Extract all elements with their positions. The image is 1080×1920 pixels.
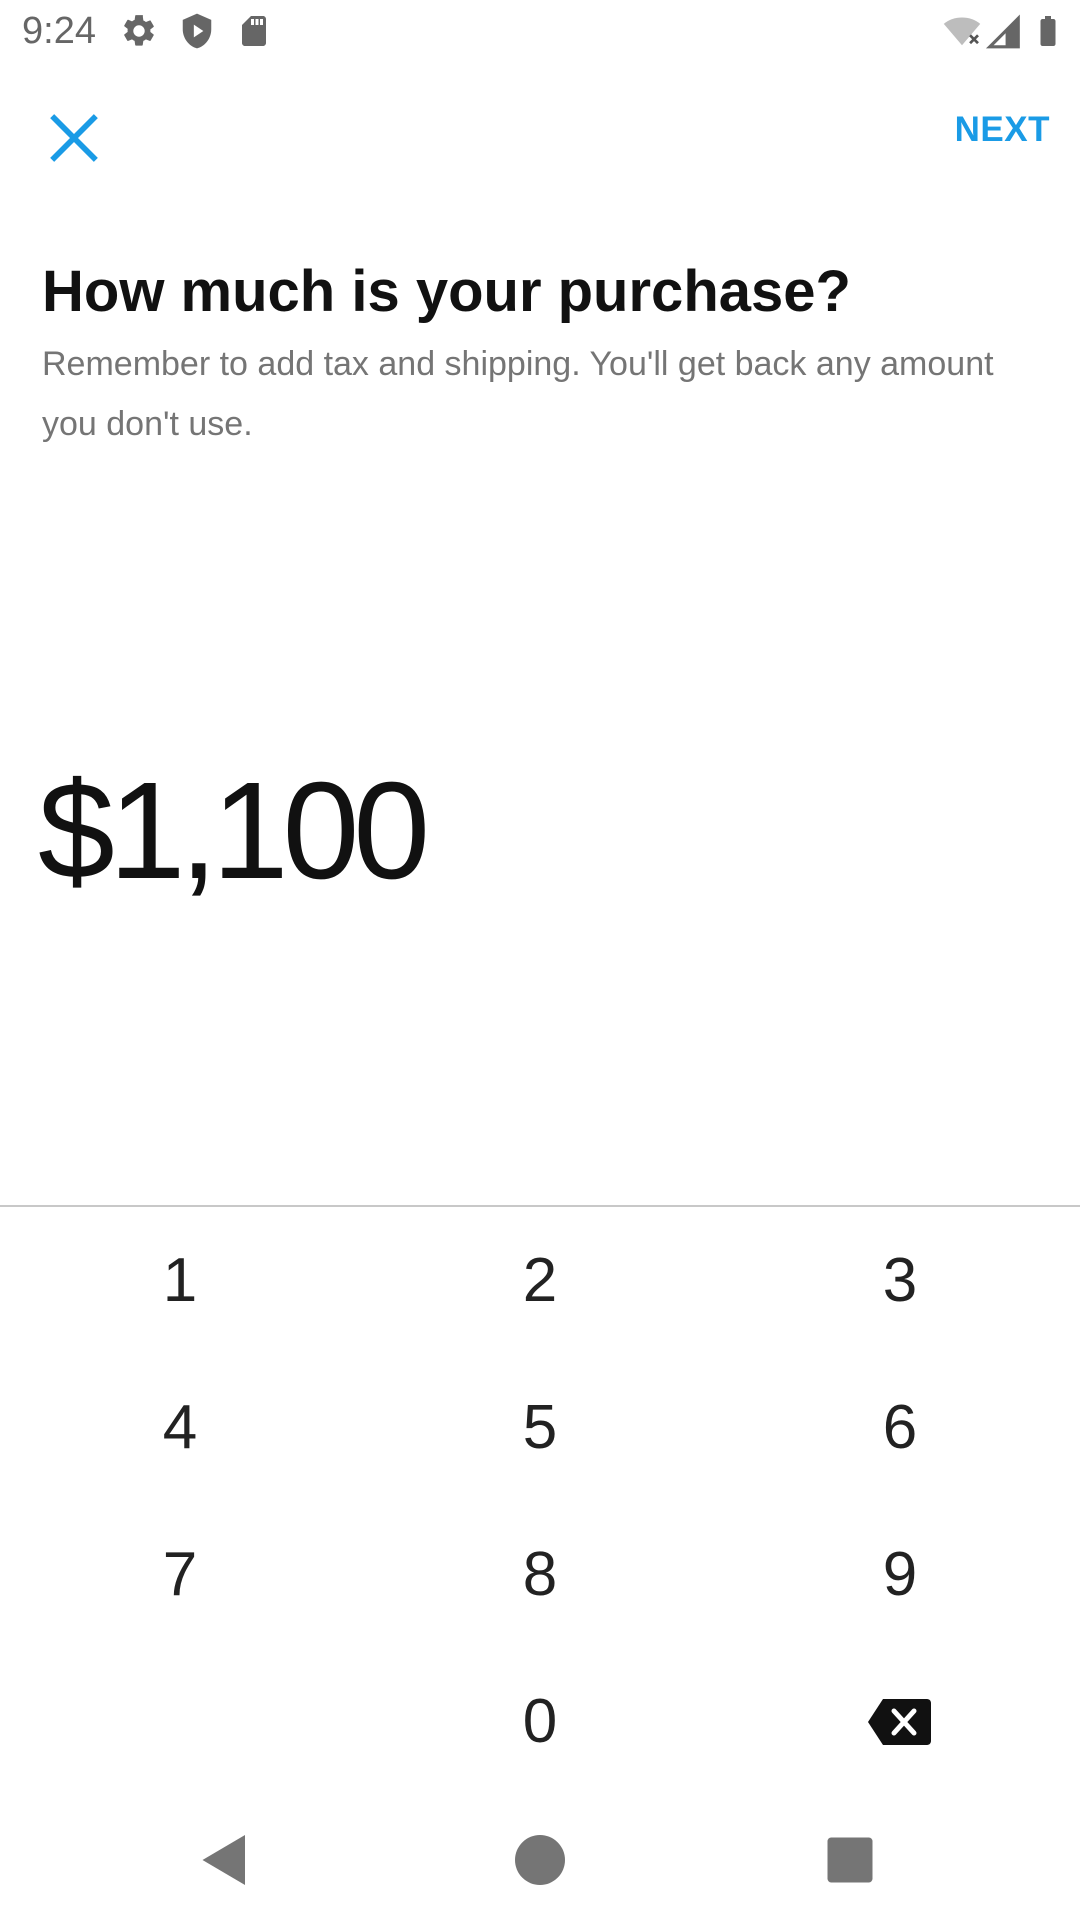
key-6[interactable]: 6 xyxy=(720,1354,1080,1501)
page-subtitle: Remember to add tax and shipping. You'll… xyxy=(42,345,994,443)
close-icon[interactable] xyxy=(40,104,108,172)
key-7[interactable]: 7 xyxy=(0,1501,360,1648)
backspace-icon xyxy=(868,1698,931,1745)
signal-icon xyxy=(985,14,1020,49)
status-bar: 9:24 xyxy=(0,0,1080,63)
key-9[interactable]: 9 xyxy=(720,1501,1080,1648)
key-3[interactable]: 3 xyxy=(720,1207,1080,1354)
recents-icon[interactable] xyxy=(820,1830,880,1890)
gear-icon xyxy=(124,15,154,46)
backspace-button[interactable] xyxy=(720,1648,1080,1795)
status-time: 9:24 xyxy=(22,10,96,52)
amount-display: $1,100 xyxy=(38,754,430,908)
sd-card-icon xyxy=(242,16,266,46)
shield-icon xyxy=(182,13,212,49)
next-button[interactable]: NEXT xyxy=(955,110,1050,150)
key-0[interactable]: 0 xyxy=(360,1648,720,1795)
back-icon[interactable] xyxy=(195,1830,255,1890)
key-2[interactable]: 2 xyxy=(360,1207,720,1354)
navigation-bar xyxy=(0,1800,1080,1920)
key-4[interactable]: 4 xyxy=(0,1354,360,1501)
battery-icon xyxy=(1040,16,1056,46)
home-icon[interactable] xyxy=(510,1830,570,1890)
key-5[interactable]: 5 xyxy=(360,1354,720,1501)
wifi-off-icon xyxy=(943,17,981,46)
screen: 9:24 NEXT How much is your purchase? Rem… xyxy=(0,0,1080,1920)
key-1[interactable]: 1 xyxy=(0,1207,360,1354)
page-title: How much is your purchase? xyxy=(42,259,851,324)
key-8[interactable]: 8 xyxy=(360,1501,720,1648)
